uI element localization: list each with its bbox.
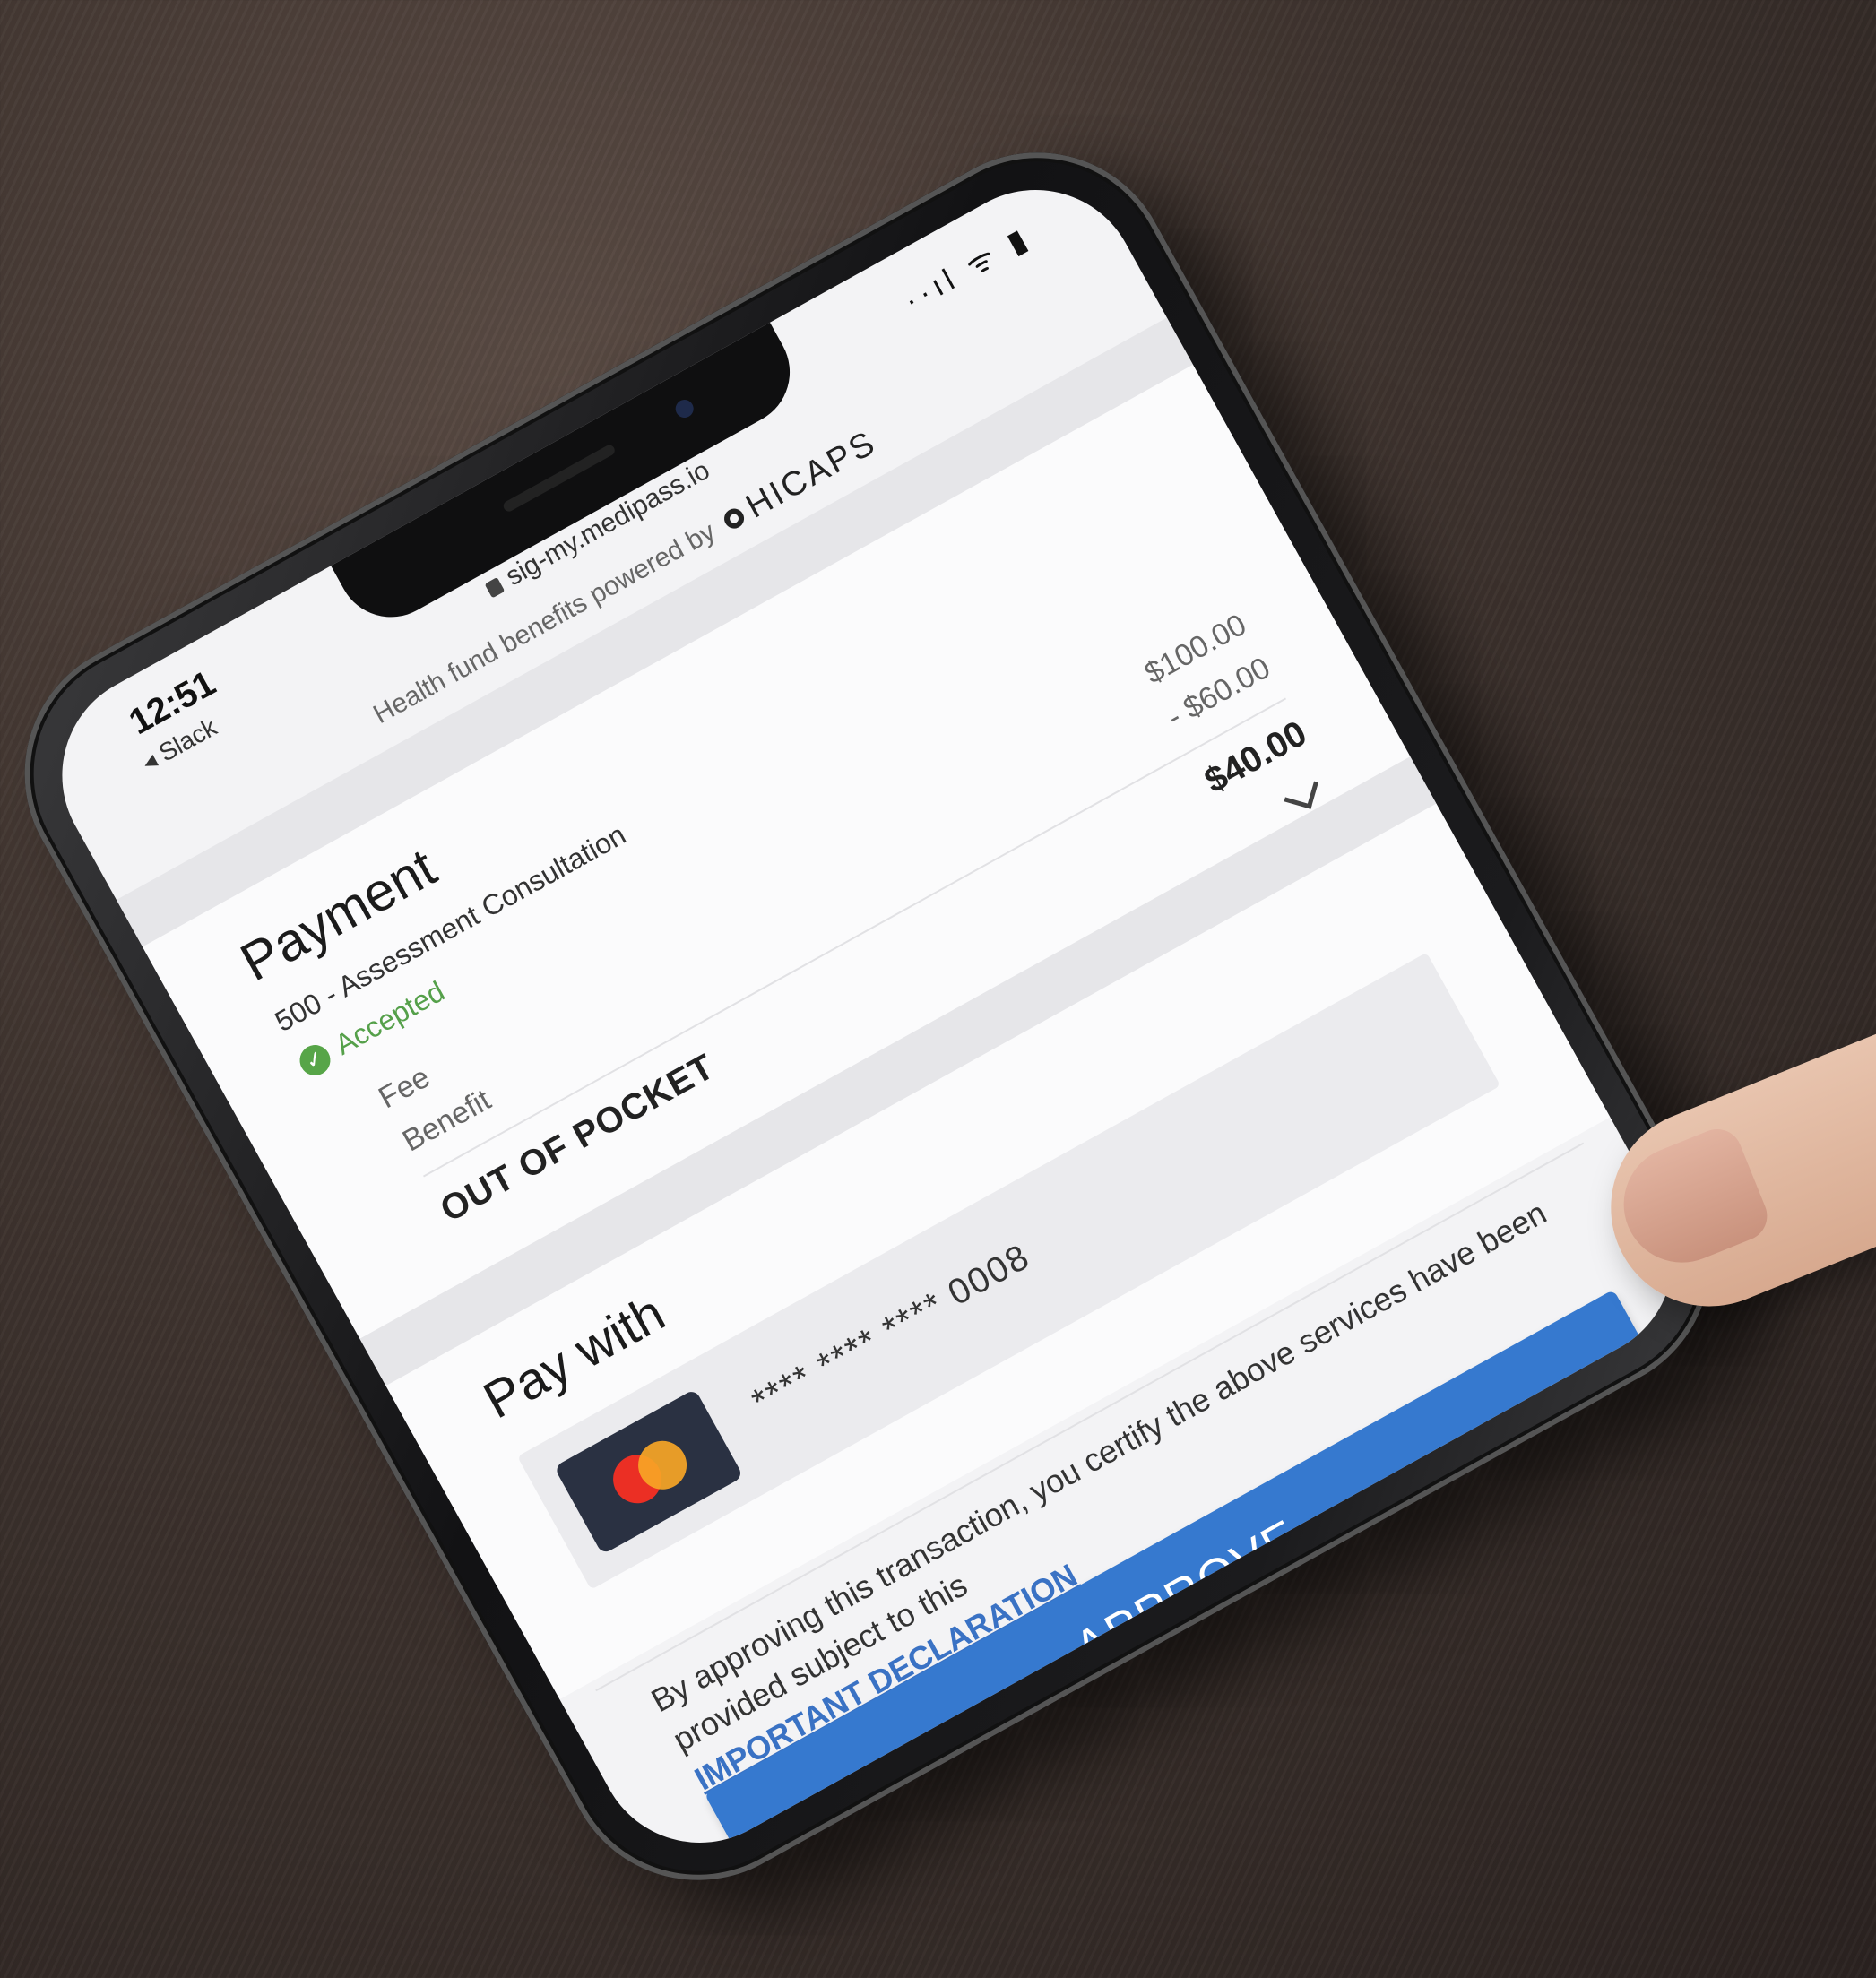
scene: 12:51 ◂ Slack ··ıl ᯤ ▮ sig-my.medipass.i…: [0, 0, 1876, 1978]
check-circle-icon: ✓: [294, 1039, 336, 1081]
fingernail: [1606, 1121, 1775, 1281]
card-number: **** **** **** 0008: [745, 1236, 1037, 1422]
fee-label: Fee: [373, 1059, 436, 1116]
hicaps-icon: [721, 504, 748, 531]
chevron-down-icon[interactable]: [1284, 774, 1318, 809]
mastercard-icon: [553, 1388, 744, 1555]
lock-icon: [484, 577, 506, 599]
